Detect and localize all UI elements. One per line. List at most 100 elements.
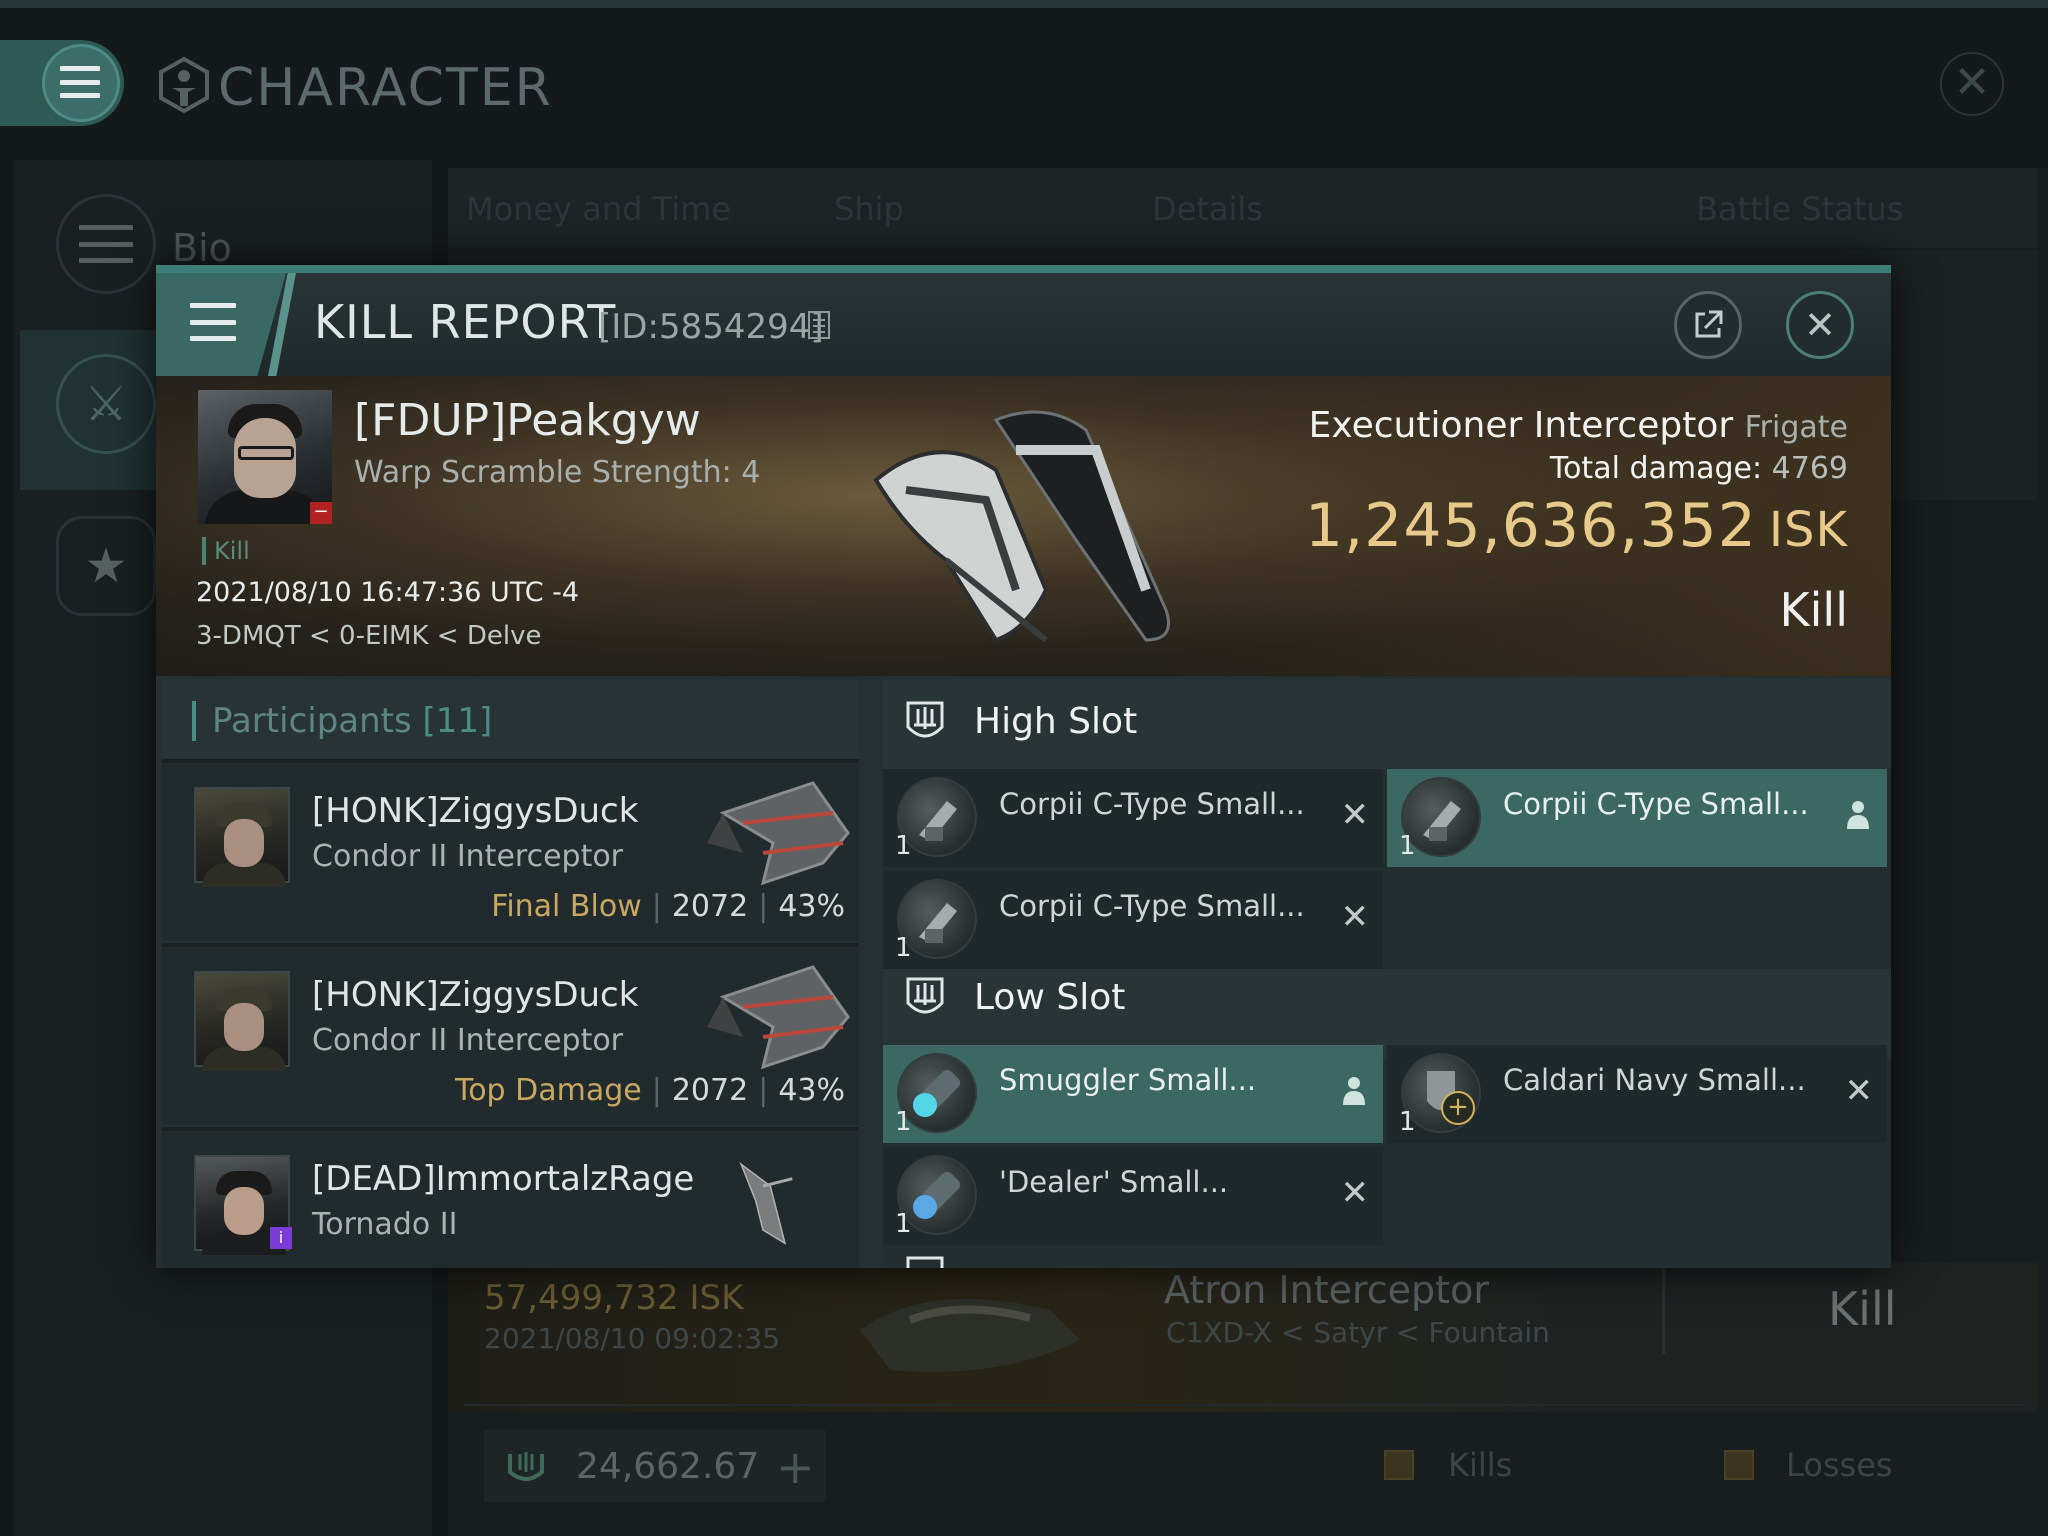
kill-tag: Kill	[202, 537, 250, 565]
star-badge-icon: ★	[56, 516, 156, 616]
module-name: Corpii C-Type Small...	[1503, 787, 1809, 821]
victim-ship-name[interactable]: Executioner Interceptor Frigate	[1156, 405, 1848, 446]
add-icon: +	[1441, 1091, 1475, 1125]
close-button[interactable]: ✕	[1786, 291, 1854, 359]
module-item[interactable]: 1 'Dealer' Small... ✕	[883, 1147, 1383, 1245]
participant-ship-render	[707, 965, 850, 1070]
row-result: Kill	[1828, 1282, 1897, 1336]
damage-percent: 43%	[778, 1073, 845, 1108]
final-blow-tag: Final Blow	[491, 889, 642, 924]
modal-accent-line	[156, 265, 1891, 273]
legend-swatch-losses	[1724, 1450, 1754, 1480]
security-shield-icon	[508, 1452, 544, 1481]
crossed-swords-icon: ⚔	[56, 354, 156, 454]
destroyed-icon: ✕	[1340, 1173, 1370, 1213]
participant-name: [HONK]ZiggysDuck	[312, 975, 639, 1015]
tab-details[interactable]: Details	[1152, 190, 1263, 228]
high-slot-icon	[906, 701, 944, 738]
participant-name: [DEAD]ImmortalzRage	[312, 1159, 695, 1199]
kill-location[interactable]: 3-DMQT < 0-EIMK < Delve	[196, 621, 541, 651]
module-item[interactable]: 1 Corpii C-Type Small... ✕	[883, 769, 1383, 867]
participant-stats: Top Damage | 2072 | 43%	[454, 1073, 845, 1108]
destroyed-icon: ✕	[1844, 1071, 1874, 1111]
add-icon[interactable]: +	[776, 1440, 815, 1494]
module-item[interactable]: 1 Corpii C-Type Small... ✕	[883, 871, 1383, 969]
legend-swatch-kills	[1384, 1450, 1414, 1480]
participant-row[interactable]: [HONK]ZiggysDuck Condor II Interceptor T…	[162, 943, 859, 1125]
module-name: Caldari Navy Small...	[1503, 1063, 1806, 1097]
ship-render	[860, 1298, 1080, 1372]
participant-row[interactable]: i [DEAD]ImmortalzRage Tornado II	[162, 1127, 859, 1268]
participant-portrait[interactable]	[194, 787, 290, 887]
participant-row[interactable]: [HONK]ZiggysDuck Condor II Interceptor F…	[162, 759, 859, 941]
damage-percent: 43%	[778, 889, 845, 924]
app-root: CHARACTER ✕ Bio ⚔ ★ Money and Time Ship …	[0, 0, 2048, 1536]
close-icon: ✕	[1804, 303, 1836, 347]
kill-report-modal: KILL REPORT [ID:5854294] ✕ − [FDUP]Peakg…	[156, 265, 1891, 1268]
menu-icon	[190, 303, 236, 341]
module-quantity: 1	[1399, 831, 1416, 861]
app-title: CHARACTER	[218, 58, 553, 118]
list-icon	[56, 194, 156, 294]
wallet-value: 24,662.67	[576, 1446, 760, 1487]
participant-stats: Final Blow | 2072 | 43%	[491, 889, 845, 924]
destroyed-icon: ✕	[1340, 795, 1370, 835]
top-damage-tag: Top Damage	[454, 1073, 642, 1108]
close-icon: ✕	[1953, 57, 1991, 108]
participant-ship: Tornado II	[312, 1207, 458, 1242]
divider	[1662, 1268, 1665, 1354]
low-slot-label: Low Slot	[974, 977, 1126, 1018]
participant-portrait[interactable]	[194, 971, 290, 1071]
total-damage: Total damage: 4769	[1549, 451, 1848, 486]
tab-ship[interactable]: Ship	[834, 190, 904, 228]
top-strip	[0, 0, 2048, 8]
dropped-person-icon	[1343, 1077, 1365, 1105]
module-quantity: 1	[895, 1107, 912, 1137]
mid-slot-header-peek	[889, 1252, 1269, 1268]
module-quantity: 1	[895, 933, 912, 963]
victim-name[interactable]: [FDUP]Peakgyw	[354, 395, 701, 446]
participant-ship: Condor II Interceptor	[312, 839, 624, 874]
copy-icon[interactable]	[808, 311, 830, 339]
participants-title: Participants [11]	[192, 701, 492, 741]
legend-kills[interactable]: Kills	[1448, 1446, 1512, 1484]
module-name: Corpii C-Type Small...	[999, 787, 1305, 821]
isk-value: 1,245,636,352 ISK	[1304, 491, 1848, 561]
module-item[interactable]: + 1 Caldari Navy Small... ✕	[1387, 1045, 1887, 1143]
app-close-button[interactable]: ✕	[1940, 52, 2004, 116]
module-name: Corpii C-Type Small...	[999, 889, 1305, 923]
character-icon	[159, 56, 209, 114]
damage-value: 2072	[671, 1073, 749, 1108]
hostile-badge-icon: −	[310, 502, 332, 524]
result-label: Kill	[1779, 583, 1848, 637]
external-link-icon	[1695, 310, 1723, 338]
row-date: 2021/08/10 09:02:35	[484, 1322, 781, 1355]
high-slot-label: High Slot	[974, 701, 1138, 742]
participant-name: [HONK]ZiggysDuck	[312, 791, 639, 831]
low-slot-icon	[906, 977, 944, 1014]
module-quantity: 1	[895, 831, 912, 861]
module-item[interactable]: 1 Corpii C-Type Small...	[1387, 769, 1887, 867]
tab-battle-status[interactable]: Battle Status	[1696, 190, 1903, 228]
module-name: 'Dealer' Small...	[999, 1165, 1229, 1199]
row-location: C1XD-X < Satyr < Fountain	[1166, 1316, 1550, 1349]
ship-class: Frigate	[1744, 410, 1848, 445]
module-name: Smuggler Small...	[999, 1063, 1257, 1097]
kill-datetime: 2021/08/10 16:47:36 UTC -4	[196, 577, 580, 608]
row-isk-value: 57,499,732 ISK	[484, 1278, 744, 1318]
tab-money-and-time[interactable]: Money and Time	[466, 190, 731, 228]
module-item[interactable]: 1 Smuggler Small...	[883, 1045, 1383, 1143]
dropped-person-icon	[1847, 801, 1869, 829]
damage-value: 2072	[671, 889, 749, 924]
destroyed-icon: ✕	[1340, 897, 1370, 937]
legend-losses[interactable]: Losses	[1786, 1446, 1893, 1484]
participant-ship-render	[739, 1161, 793, 1245]
module-quantity: 1	[1399, 1107, 1416, 1137]
row-ship-name: Atron Interceptor	[1164, 1268, 1489, 1312]
share-button[interactable]	[1674, 291, 1742, 359]
kill-id: [ID:5854294]	[598, 307, 824, 347]
main-menu-button[interactable]	[0, 40, 124, 126]
module-quantity: 1	[895, 1209, 912, 1239]
participant-ship: Condor II Interceptor	[312, 1023, 624, 1058]
sidebar-item-label: Bio	[172, 226, 232, 270]
